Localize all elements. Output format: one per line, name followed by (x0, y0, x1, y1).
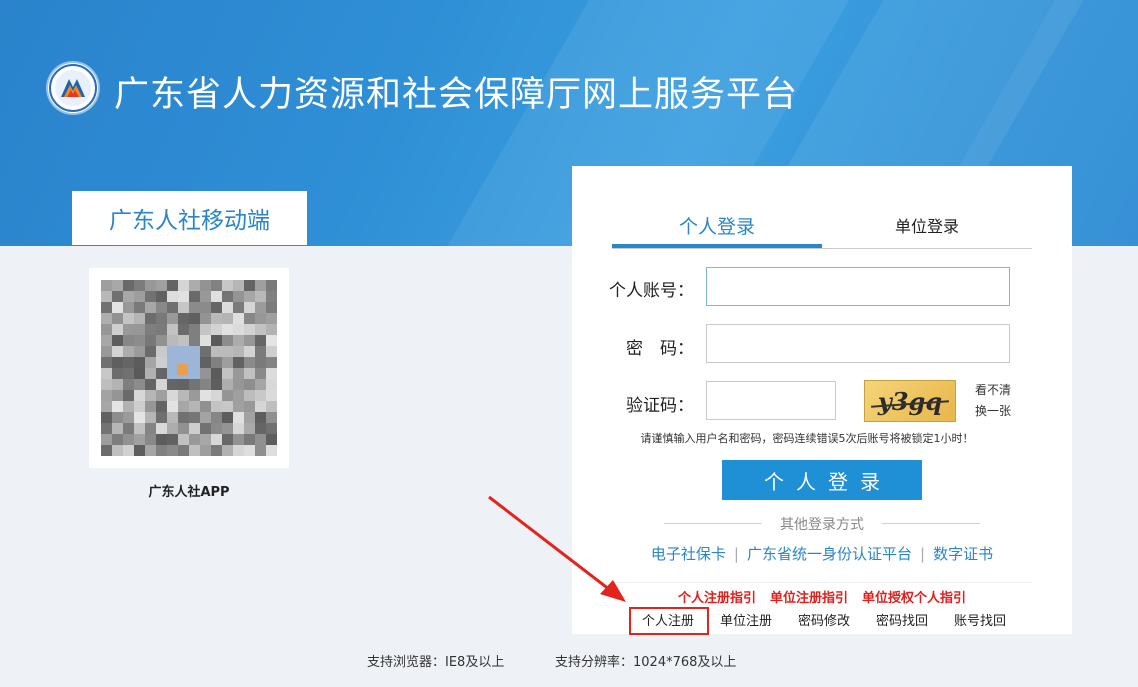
tab-company-login[interactable]: 单位登录 (822, 210, 1032, 248)
browser-support: 支持浏览器：IE8及以上 (367, 655, 505, 670)
login-panel: 个人登录 单位登录 个人账号： 密 码： 验证码： y3gq 看不清换一张 请谨… (572, 166, 1072, 634)
digital-certificate-link[interactable]: 数字证书 (933, 545, 993, 563)
qr-code (89, 268, 289, 468)
captcha-image[interactable]: y3gq (864, 380, 956, 422)
captcha-input[interactable] (706, 381, 836, 420)
guangdong-hrss-logo-icon (48, 63, 98, 113)
registration-guides: 个人注册指引 单位注册指引 单位授权个人指引 (572, 587, 1072, 606)
other-login-methods: 电子社保卡 | 广东省统一身份认证平台 | 数字证书 (572, 543, 1072, 564)
login-warning: 请谨慎输入用户名和密码，密码连续错误5次后账号将被锁定1小时！ (640, 432, 974, 445)
company-register-guide-link[interactable]: 单位注册指引 (770, 591, 848, 606)
unified-identity-link[interactable]: 广东省统一身份认证平台 (747, 545, 912, 563)
other-login-label: 其他登录方式 (780, 517, 864, 533)
captcha-refresh-link[interactable]: 看不清换一张 (971, 380, 1015, 422)
tab-personal-login[interactable]: 个人登录 (612, 210, 822, 248)
account-recover-link[interactable]: 账号找回 (954, 610, 1006, 629)
account-input[interactable] (706, 267, 1010, 306)
annotation-highlight-box (629, 607, 709, 635)
personal-login-button[interactable]: 个人登录 (722, 460, 922, 500)
e-social-card-link[interactable]: 电子社保卡 (651, 545, 726, 563)
account-label: 个人账号： (609, 281, 694, 301)
password-input[interactable] (706, 324, 1010, 363)
qr-caption: 广东人社APP (148, 485, 230, 500)
company-authorize-guide-link[interactable]: 单位授权个人指引 (862, 591, 966, 606)
mobile-tab[interactable]: 广东人社移动端 (72, 191, 307, 245)
password-label: 密 码： (626, 339, 694, 359)
separator: | (920, 545, 926, 563)
divider (612, 582, 1032, 583)
password-change-link[interactable]: 密码修改 (798, 610, 850, 629)
password-recover-link[interactable]: 密码找回 (876, 610, 928, 629)
resolution-support: 支持分辨率：1024*768及以上 (555, 655, 737, 670)
captcha-label: 验证码： (626, 396, 694, 416)
other-login-title: 其他登录方式 (664, 514, 980, 533)
company-register-link[interactable]: 单位注册 (720, 610, 772, 629)
login-tabs: 个人登录 单位登录 (612, 210, 1032, 249)
personal-register-guide-link[interactable]: 个人注册指引 (678, 591, 756, 606)
site-title: 广东省人力资源和社会保障厅网上服务平台 (114, 75, 799, 115)
divider (882, 523, 980, 524)
separator: | (733, 545, 739, 563)
